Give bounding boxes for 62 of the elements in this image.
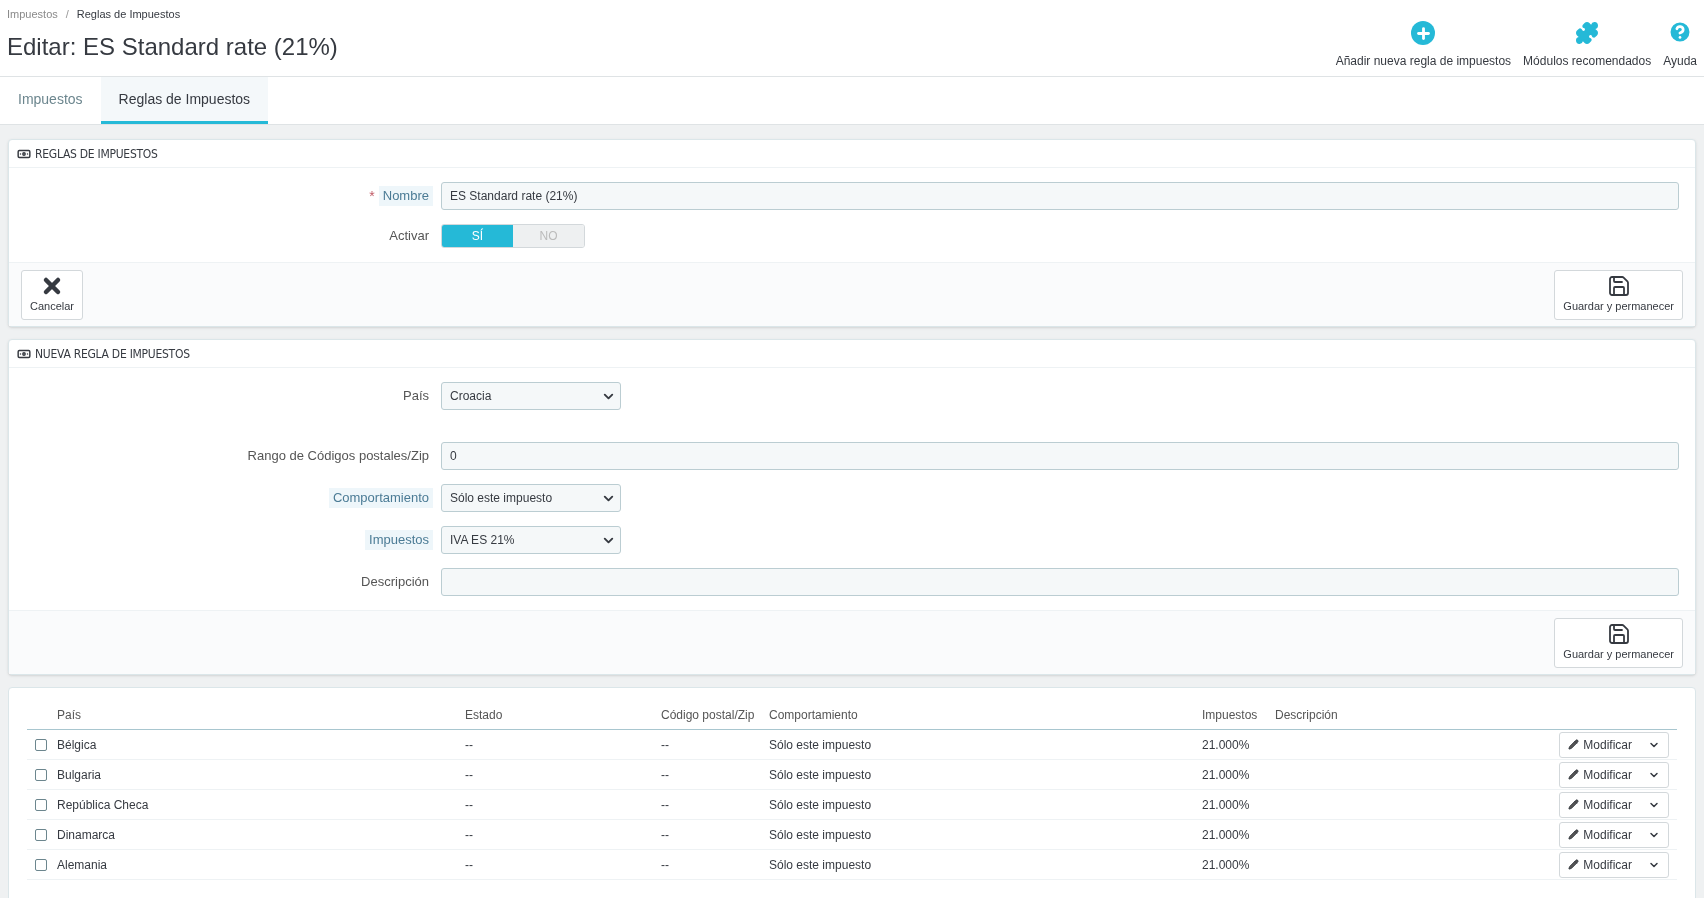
- select-field[interactable]: IVA ES 21%: [441, 526, 621, 554]
- edit-button[interactable]: Modificar: [1559, 731, 1669, 758]
- field-label: Comportamiento: [328, 488, 433, 508]
- tab[interactable]: Impuestos: [0, 77, 101, 124]
- table-cell: 21.000%: [1202, 737, 1250, 752]
- select-field[interactable]: Croacia: [441, 382, 621, 410]
- column-header: Código postal/Zip: [661, 706, 756, 724]
- table-cell: República Checa: [57, 797, 149, 812]
- table-cell: 21.000%: [1202, 857, 1250, 872]
- table-cell: --: [465, 827, 473, 842]
- field-label: Impuestos: [365, 530, 433, 550]
- edit-button[interactable]: Modificar: [1559, 821, 1669, 848]
- text-field[interactable]: 0: [441, 442, 1679, 470]
- text-field[interactable]: ES Standard rate (21%): [441, 182, 1679, 210]
- table-cell: 21.000%: [1202, 797, 1250, 812]
- table-cell: --: [661, 857, 669, 872]
- column-header: País: [57, 706, 82, 724]
- tab[interactable]: Reglas de Impuestos: [100, 77, 269, 124]
- table-cell: --: [661, 797, 669, 812]
- save-button[interactable]: Guardar y permanecer: [1554, 269, 1683, 320]
- select-field[interactable]: Sólo este impuesto: [441, 484, 621, 512]
- column-header: Comportamiento: [769, 706, 859, 724]
- table-cell: Dinamarca: [57, 827, 116, 842]
- table-cell: Alemania: [57, 857, 108, 872]
- table-cell: 21.000%: [1202, 827, 1250, 842]
- table-cell: Sólo este impuesto: [769, 797, 872, 812]
- table-cell: --: [465, 797, 473, 812]
- toolbar-button[interactable]: Módulos recomendados: [1523, 21, 1652, 70]
- cancel-button[interactable]: Cancelar: [21, 269, 84, 320]
- table-cell: --: [661, 737, 669, 752]
- table-cell: Bélgica: [57, 737, 97, 752]
- column-header: Estado: [465, 706, 504, 724]
- breadcrumb-separator: /: [65, 7, 69, 22]
- field-label: Nombre: [378, 186, 433, 206]
- table-cell: Bulgaria: [57, 767, 102, 782]
- field-label: Descripción: [360, 573, 430, 592]
- table-cell: --: [465, 737, 473, 752]
- column-header: Impuestos: [1202, 706, 1259, 724]
- table-cell: --: [661, 767, 669, 782]
- table-cell: Sólo este impuesto: [769, 737, 872, 752]
- table-cell: --: [465, 857, 473, 872]
- edit-button[interactable]: Modificar: [1559, 851, 1669, 878]
- breadcrumb-link[interactable]: Impuestos: [7, 6, 58, 23]
- field-label: País: [402, 387, 430, 406]
- table-cell: --: [465, 767, 473, 782]
- table-cell: --: [661, 827, 669, 842]
- column-header: Descripción: [1275, 706, 1339, 724]
- table-cell: Sólo este impuesto: [769, 767, 872, 782]
- save-button[interactable]: Guardar y permanecer: [1554, 617, 1683, 668]
- page-title: Editar: ES Standard rate (21%): [7, 31, 338, 62]
- table-cell: Sólo este impuesto: [769, 857, 872, 872]
- panel-heading: REGLAS DE IMPUESTOS: [35, 145, 158, 163]
- toolbar-button[interactable]: Ayuda: [1663, 19, 1697, 70]
- table-cell: 21.000%: [1202, 767, 1250, 782]
- table-cell: Sólo este impuesto: [769, 827, 872, 842]
- edit-button[interactable]: Modificar: [1559, 791, 1669, 818]
- field-label: Activar: [388, 227, 430, 246]
- required-mark: *: [369, 186, 375, 206]
- edit-button[interactable]: Modificar: [1559, 761, 1669, 788]
- toolbar-button[interactable]: Añadir nueva regla de impuestos: [1335, 21, 1512, 70]
- field-label: Rango de Códigos postales/Zip: [246, 447, 430, 466]
- panel-heading: NUEVA REGLA DE IMPUESTOS: [35, 345, 190, 363]
